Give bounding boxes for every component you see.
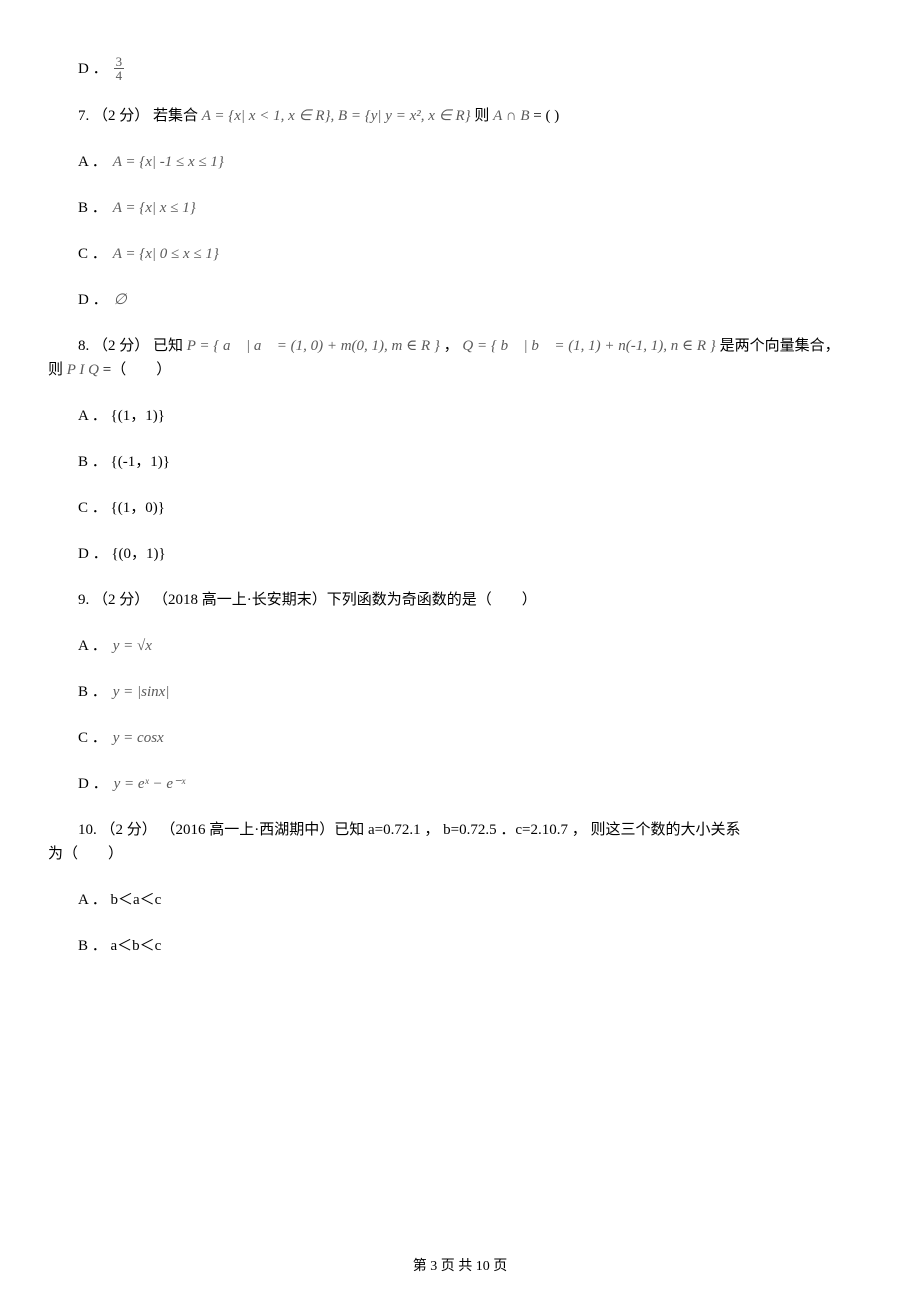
option-math: y = cosx	[113, 726, 164, 750]
option-math: y = |sinx|	[113, 680, 170, 704]
q8-line2-suffix: =（ ）	[103, 362, 171, 378]
q7-prefix: 7. （2 分） 若集合	[78, 108, 198, 124]
option-label: C ．	[78, 242, 107, 266]
q7-stem: 7. （2 分） 若集合 A = {x| x < 1, x ∈ R}, B = …	[48, 104, 872, 128]
option-label: D ．	[78, 57, 108, 81]
q8-option-a: A ． {(1，1)}	[78, 404, 872, 428]
q7-option-d: D ． ∅	[78, 288, 872, 312]
q7-expr: A ∩ B	[493, 108, 529, 124]
q7-sets: A = {x| x < 1, x ∈ R}, B = {y| y = x², x…	[202, 108, 471, 124]
option-label: C ．	[78, 726, 107, 750]
q7-option-b: B ． A = {x| x ≤ 1}	[78, 196, 872, 220]
page-footer: 第 3 页 共 10 页	[0, 1256, 920, 1278]
q10-option-b: B ． a＜b＜c	[78, 934, 872, 958]
option-label: B ．	[78, 680, 107, 704]
q8-option-b: B ． {(-1，1)}	[78, 450, 872, 474]
option-math: ∅	[114, 288, 127, 312]
page-content: D ． 3 4 7. （2 分） 若集合 A = {x| x < 1, x ∈ …	[0, 0, 920, 958]
q10-option-a: A ． b＜a＜c	[78, 888, 872, 912]
q8-option-c: C ． {(1，0)}	[78, 496, 872, 520]
q10-line1: 10. （2 分） （2016 高一上·西湖期中）已知 a=0.72.1 ， b…	[48, 818, 872, 842]
q8-line2-prefix: 则	[48, 362, 63, 378]
option-math: A = {x| -1 ≤ x ≤ 1}	[113, 150, 224, 174]
option-math: A = {x| x ≤ 1}	[113, 196, 196, 220]
q8-setQ: Q = { b⃗ | b⃗ = (1, 1) + n(-1, 1), n ∈ R…	[462, 338, 715, 354]
option-label: D ．	[78, 772, 108, 796]
q9-option-b: B ． y = |sinx|	[78, 680, 872, 704]
option-label: D ．	[78, 288, 108, 312]
q7-suffix: = ( )	[533, 108, 559, 124]
q7-mid: 则	[474, 108, 489, 124]
q8-comma: ，	[444, 338, 459, 354]
option-math: y = eˣ − e⁻ˣ	[114, 772, 186, 796]
q8-stem: 8. （2 分） 已知 P = { a⃗ | a⃗ = (1, 0) + m(0…	[48, 334, 872, 382]
q6-option-d: D ． 3 4	[78, 55, 872, 82]
q7-option-a: A ． A = {x| -1 ≤ x ≤ 1}	[78, 150, 872, 174]
option-math: A = {x| 0 ≤ x ≤ 1}	[113, 242, 219, 266]
q7-option-c: C ． A = {x| 0 ≤ x ≤ 1}	[78, 242, 872, 266]
q10-line2: 为（ ）	[48, 842, 872, 866]
fraction-3-4: 3 4	[114, 55, 125, 82]
q8-prefix: 8. （2 分） 已知	[78, 338, 183, 354]
q9-option-d: D ． y = eˣ − e⁻ˣ	[78, 772, 872, 796]
q9-stem: 9. （2 分） （2018 高一上·长安期末）下列函数为奇函数的是（ ）	[48, 588, 872, 612]
q10-stem: 10. （2 分） （2016 高一上·西湖期中）已知 a=0.72.1 ， b…	[48, 818, 872, 866]
option-label: B ．	[78, 196, 107, 220]
q8-piq: P I Q	[67, 362, 99, 378]
q9-option-a: A ． y = √x	[78, 634, 872, 658]
option-label: A ．	[78, 150, 107, 174]
option-label: A ．	[78, 634, 107, 658]
option-math: y = √x	[113, 634, 152, 658]
q8-option-d: D ． {(0，1)}	[78, 542, 872, 566]
q9-option-c: C ． y = cosx	[78, 726, 872, 750]
q8-suffix1: 是两个向量集合，	[720, 338, 840, 354]
q8-setP: P = { a⃗ | a⃗ = (1, 0) + m(0, 1), m ∈ R …	[187, 338, 440, 354]
